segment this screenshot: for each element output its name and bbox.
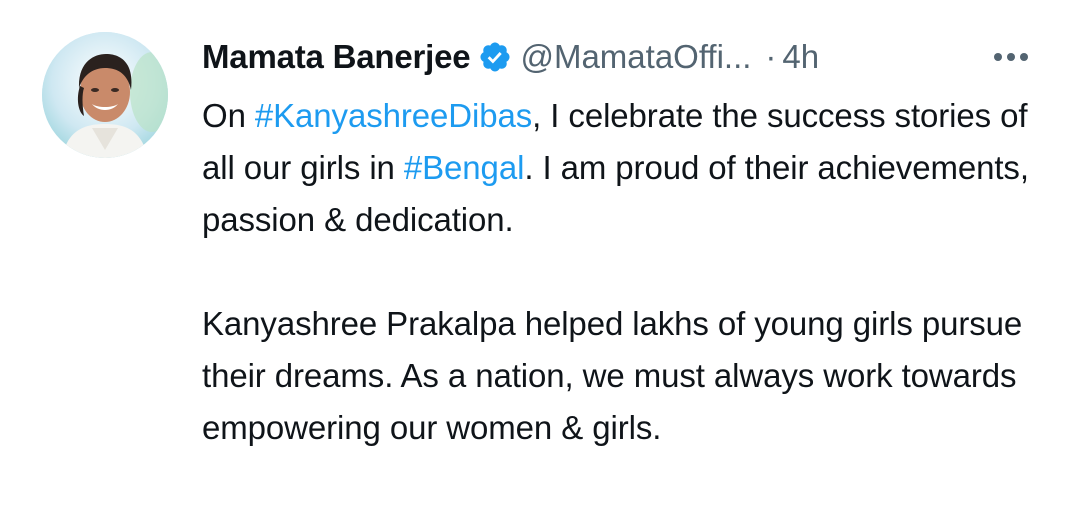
avatar-image [42, 32, 168, 158]
more-dot [1007, 53, 1015, 61]
verified-badge-icon [478, 40, 512, 74]
tweet-paragraph: On #KanyashreeDibas, I celebrate the suc… [202, 90, 1060, 246]
tweet-timestamp[interactable]: 4h [782, 38, 819, 76]
separator-dot: · [765, 38, 777, 75]
tweet-content: Mamata Banerjee @MamataOffi... · 4h On #… [202, 28, 1060, 454]
more-dot [994, 53, 1002, 61]
tweet-text: On #KanyashreeDibas, I celebrate the suc… [202, 90, 1060, 454]
tweet[interactable]: Mamata Banerjee @MamataOffi... · 4h On #… [0, 0, 1080, 515]
text-run: On [202, 97, 255, 134]
tweet-header: Mamata Banerjee @MamataOffi... · 4h [202, 28, 1060, 86]
more-horizontal-icon[interactable] [988, 42, 1034, 72]
tweet-paragraph: Kanyashree Prakalpa helped lakhs of youn… [202, 305, 1023, 446]
avatar[interactable] [42, 32, 168, 158]
more-dot [1020, 53, 1028, 61]
author-name[interactable]: Mamata Banerjee [202, 38, 471, 76]
hashtag-link[interactable]: #KanyashreeDibas [255, 97, 532, 134]
hashtag-link[interactable]: #Bengal [404, 149, 525, 186]
author-handle[interactable]: @MamataOffi... [520, 38, 751, 76]
